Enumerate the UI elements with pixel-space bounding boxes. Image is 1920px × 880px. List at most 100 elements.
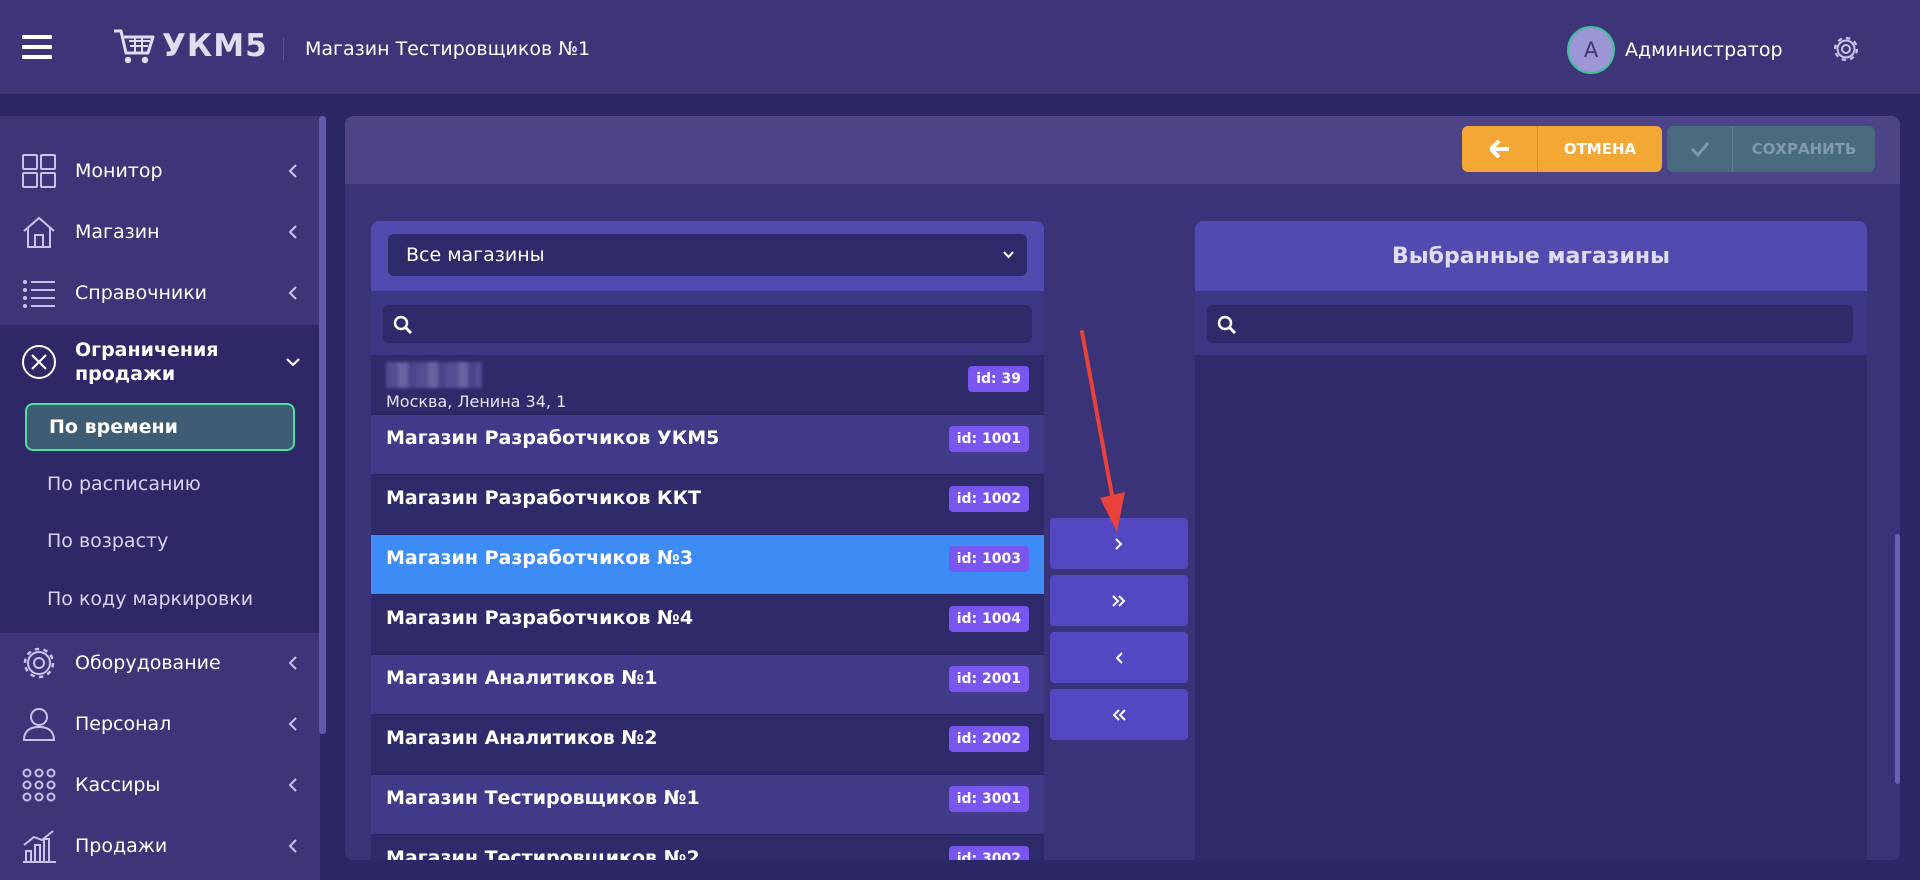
card-scrollbar[interactable] — [1895, 534, 1900, 784]
list-item[interactable]: Магазин Тестировщиков №1 id: 3001 — [371, 775, 1044, 835]
id-badge: id: 1001 — [948, 426, 1029, 452]
person-icon — [22, 708, 56, 741]
double-chevron-left-icon — [1112, 708, 1126, 721]
store-address: Москва, Ленина 34, 1 — [386, 392, 567, 411]
sidebar-item-sales[interactable]: Продажи — [0, 818, 320, 874]
user-menu[interactable]: A Администратор — [1567, 26, 1783, 74]
move-selected-right-button[interactable] — [1050, 518, 1188, 569]
search-icon — [393, 315, 413, 335]
dashboard-icon — [22, 154, 56, 188]
chevron-left-icon — [288, 656, 297, 670]
id-badge: id: 3002 — [948, 846, 1029, 860]
id-badge: id: 1002 — [948, 486, 1029, 512]
id-badge: id: 1004 — [948, 606, 1029, 632]
restriction-icon — [22, 345, 56, 379]
chevron-left-icon — [288, 717, 297, 731]
available-search-row — [371, 291, 1044, 355]
arrow-left-icon — [1489, 140, 1509, 158]
id-badge: id: 2001 — [948, 666, 1029, 692]
sidebar-item-label: Оборудование — [75, 652, 221, 674]
move-all-right-button[interactable] — [1050, 575, 1188, 626]
sidebar-item-label: Продажи — [75, 835, 168, 857]
id-badge: id: 2002 — [948, 726, 1029, 752]
store-icon — [23, 216, 55, 248]
cancel-button[interactable]: ОТМЕНА — [1462, 126, 1662, 172]
sidebar-item-label: Ограничения продажи — [75, 339, 219, 385]
blurred-store-name — [386, 362, 482, 388]
store-title: Магазин Тестировщиков №1 — [305, 38, 591, 60]
save-button[interactable]: СОХРАНИТЬ — [1667, 126, 1875, 172]
user-name: Администратор — [1625, 39, 1783, 61]
sidebar-item-cashiers[interactable]: Кассиры — [0, 757, 320, 813]
list-item[interactable]: Магазин Аналитиков №2 id: 2002 — [371, 715, 1044, 775]
chevron-left-icon — [288, 164, 297, 178]
search-icon — [1217, 315, 1237, 335]
submenu-item-by-schedule[interactable]: По расписанию — [25, 460, 295, 508]
cancel-icon-part — [1462, 126, 1538, 172]
id-badge: id: 39 — [968, 366, 1029, 392]
selected-stores-title: Выбранные магазины — [1195, 221, 1867, 291]
sidebar-item-label: Справочники — [75, 282, 208, 304]
id-badge: id: 3001 — [948, 786, 1029, 812]
double-chevron-right-icon — [1112, 594, 1126, 607]
top-header: УКМ5 Магазин Тестировщиков №1 A Админист… — [0, 0, 1920, 96]
sidebar-item-equipment[interactable]: Оборудование — [0, 635, 320, 691]
sidebar-item-monitor[interactable]: Монитор — [0, 143, 320, 199]
sidebar-item-label: Кассиры — [75, 774, 161, 796]
cart-icon — [114, 29, 155, 64]
chevron-right-icon — [1115, 537, 1123, 550]
chevron-left-icon — [288, 839, 297, 853]
sidebar-item-label: Монитор — [75, 160, 163, 182]
chevron-left-icon — [288, 286, 297, 300]
sale-restrictions-submenu: По времени По расписанию По возрасту По … — [0, 385, 320, 633]
id-badge: id: 1003 — [948, 546, 1029, 572]
list-item[interactable]: Магазин Разработчиков УКМ5 id: 1001 — [371, 415, 1044, 475]
store-name: Магазин Разработчиков №3 — [386, 547, 694, 569]
sidebar-scrollbar[interactable] — [319, 116, 326, 734]
list-item[interactable]: Магазин Разработчиков №4 id: 1004 — [371, 595, 1044, 655]
sidebar-item-label: Магазин — [75, 221, 160, 243]
sidebar-item-store[interactable]: Магазин — [0, 204, 320, 260]
selected-stores-panel: Выбранные магазины — [1195, 221, 1867, 860]
hamburger-menu-icon[interactable] — [22, 35, 52, 61]
sidebar-item-references[interactable]: Справочники — [0, 265, 320, 321]
list-item-selected[interactable]: Магазин Разработчиков №3 id: 1003 — [371, 535, 1044, 595]
store-name: Магазин Тестировщиков №1 — [386, 787, 700, 809]
store-name: Магазин Разработчиков №4 — [386, 607, 694, 629]
sidebar-item-label: Персонал — [75, 713, 172, 735]
store-filter-value: Все магазины — [406, 244, 545, 266]
list-item[interactable]: Магазин Тестировщиков №2 id: 3002 — [371, 835, 1044, 860]
selected-search-row — [1195, 291, 1867, 355]
header-divider — [283, 38, 284, 60]
store-filter-header: Все магазины — [371, 221, 1044, 291]
avatar: A — [1567, 26, 1615, 74]
chevron-down-icon — [286, 358, 300, 367]
selected-search-input[interactable] — [1207, 305, 1853, 343]
store-name: Магазин Аналитиков №2 — [386, 727, 658, 749]
store-name: Магазин Разработчиков УКМ5 — [386, 427, 720, 449]
check-icon — [1690, 142, 1709, 157]
move-selected-left-button[interactable] — [1050, 632, 1188, 683]
sidebar-item-staff[interactable]: Персонал — [0, 696, 320, 752]
list-icon — [23, 280, 55, 308]
list-item[interactable]: Магазин Аналитиков №1 id: 2001 — [371, 655, 1044, 715]
settings-gear-icon[interactable] — [1830, 33, 1862, 65]
grid-icon — [22, 768, 56, 802]
list-item[interactable]: Магазин Разработчиков ККТ id: 1002 — [371, 475, 1044, 535]
move-all-left-button[interactable] — [1050, 689, 1188, 740]
chevron-left-icon — [288, 778, 297, 792]
app-logo[interactable]: УКМ5 — [112, 26, 268, 66]
gear-icon — [23, 647, 55, 679]
list-item[interactable]: Москва, Ленина 34, 1 id: 39 — [371, 355, 1044, 415]
submenu-item-by-time[interactable]: По времени — [25, 403, 295, 451]
submenu-item-by-marking-code[interactable]: По коду маркировки — [25, 575, 295, 623]
chart-icon — [23, 830, 56, 863]
available-search-input[interactable] — [383, 305, 1032, 343]
store-filter-select[interactable]: Все магазины — [388, 234, 1027, 276]
chevron-down-icon — [1003, 251, 1014, 259]
card-toolbar: ОТМЕНА СОХРАНИТЬ — [345, 116, 1900, 184]
submenu-item-by-age[interactable]: По возрасту — [25, 517, 295, 565]
available-stores-panel: Все магазины Москва, Ленина 34, 1 id: 39… — [371, 221, 1044, 860]
cancel-button-label: ОТМЕНА — [1563, 140, 1637, 158]
store-name: Магазин Аналитиков №1 — [386, 667, 658, 689]
